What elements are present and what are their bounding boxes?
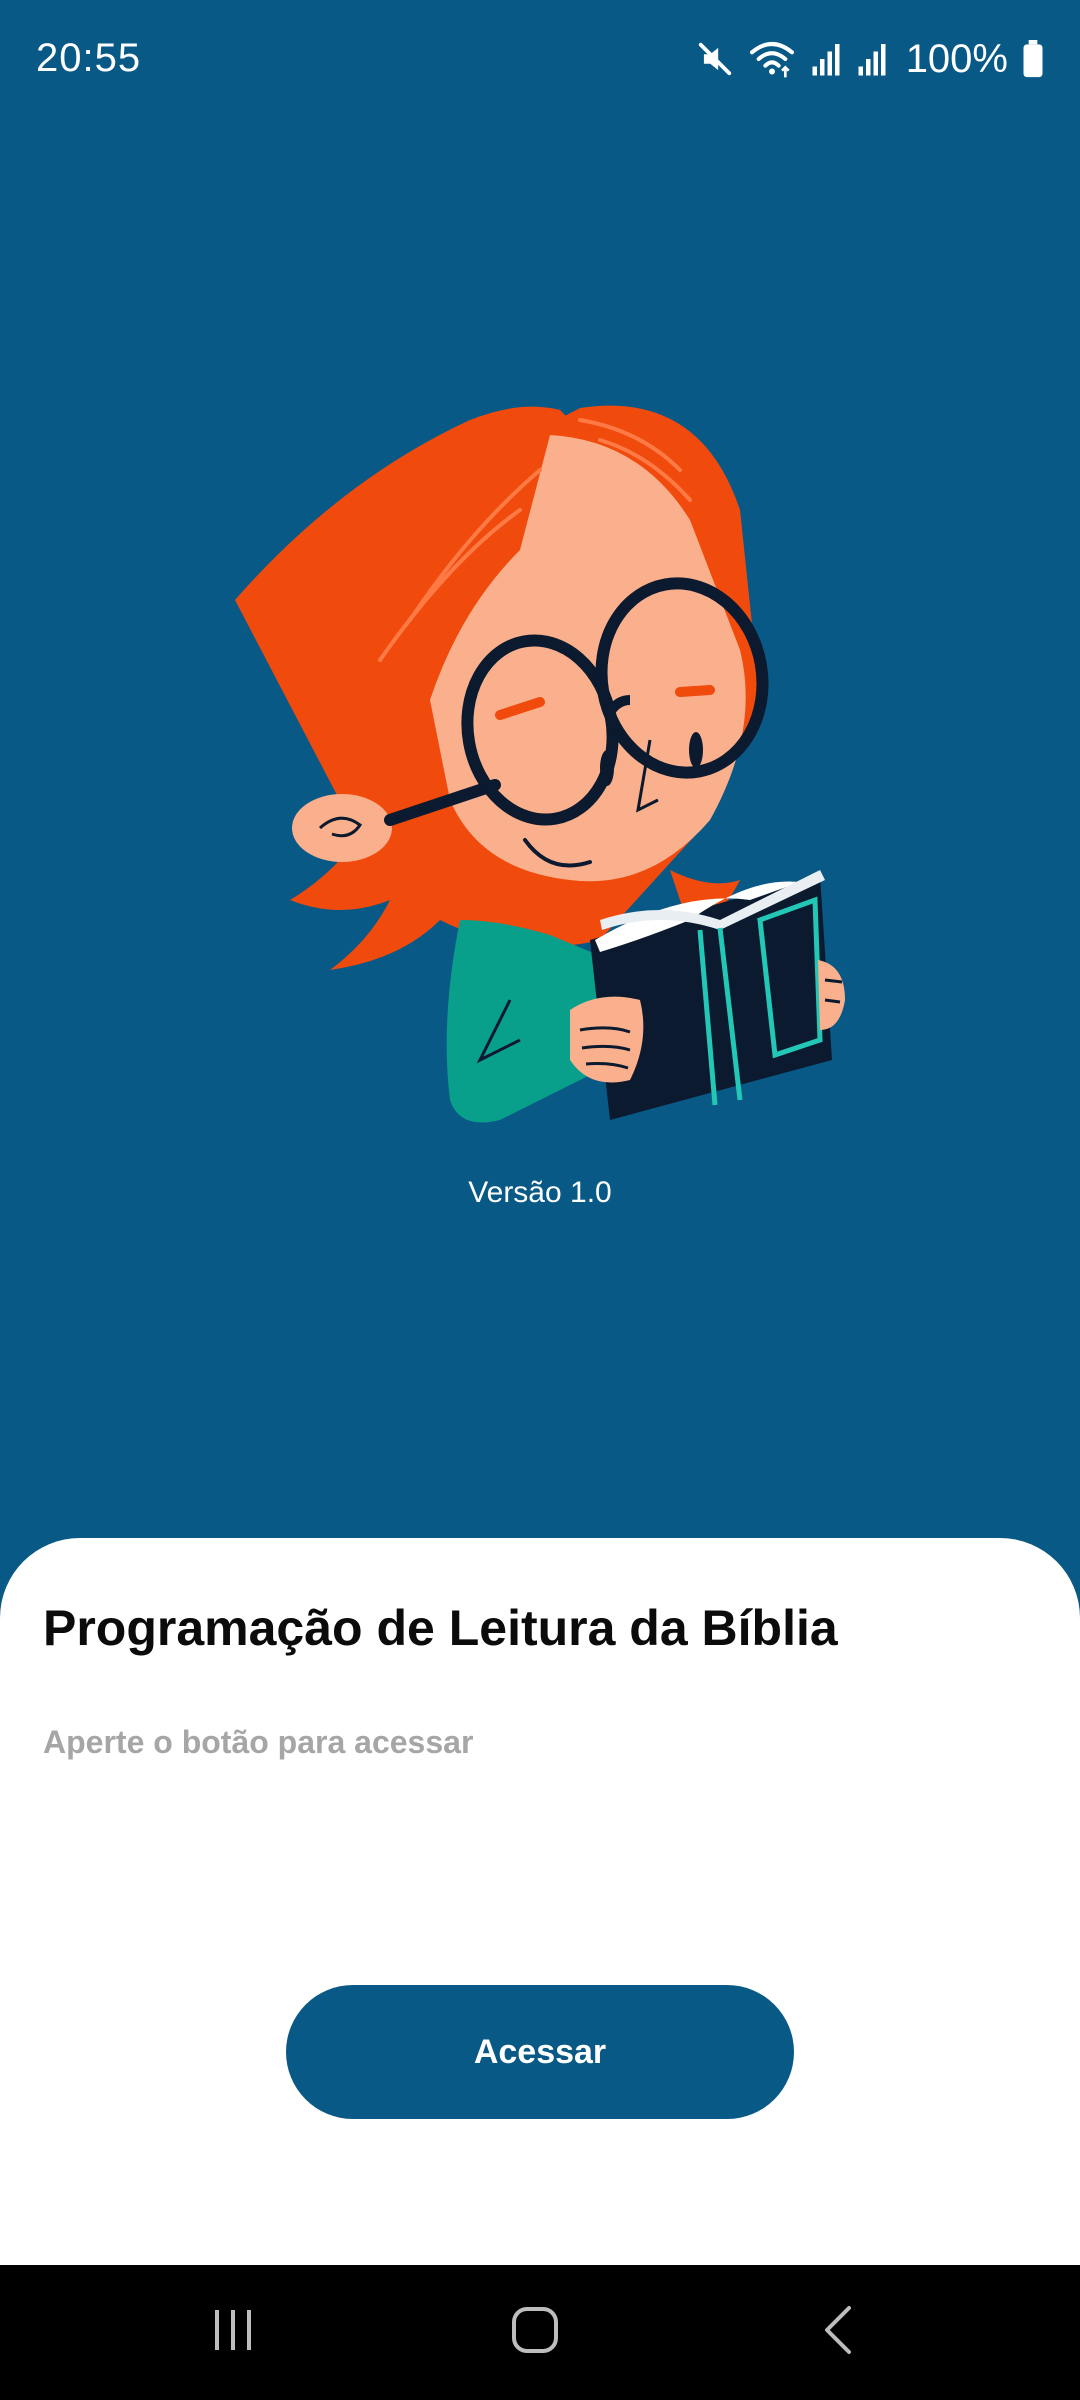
battery-percent: 100% (905, 36, 1008, 81)
home-button[interactable] (455, 2265, 615, 2400)
child-reading-bible-illustration (220, 400, 860, 1140)
battery-icon (1022, 40, 1044, 78)
back-button[interactable] (758, 2265, 918, 2400)
splash-screen: 20:55 100% Versão 1.0 Programação de Lei… (0, 0, 1080, 2400)
home-icon (510, 2305, 560, 2360)
status-bar: 20:55 100% (0, 0, 1080, 120)
access-button[interactable]: Acessar (286, 1985, 794, 2119)
mute-icon (696, 40, 734, 78)
back-icon (821, 2304, 855, 2361)
status-icons: 100% (696, 36, 1044, 82)
recent-apps-icon (209, 2308, 257, 2357)
wifi-icon (748, 39, 796, 79)
signal-icon (856, 41, 888, 77)
sheet-subtitle: Aperte o botão para acessar (43, 1724, 474, 1760)
navigation-bar (0, 2265, 1080, 2400)
signal-icon (810, 41, 842, 77)
recent-apps-button[interactable] (153, 2265, 313, 2400)
bottom-sheet: Programação de Leitura da Bíblia Aperte … (0, 1538, 1080, 2265)
sheet-title: Programação de Leitura da Bíblia (43, 1600, 838, 1656)
version-label: Versão 1.0 (468, 1176, 612, 1209)
status-time: 20:55 (36, 36, 142, 80)
